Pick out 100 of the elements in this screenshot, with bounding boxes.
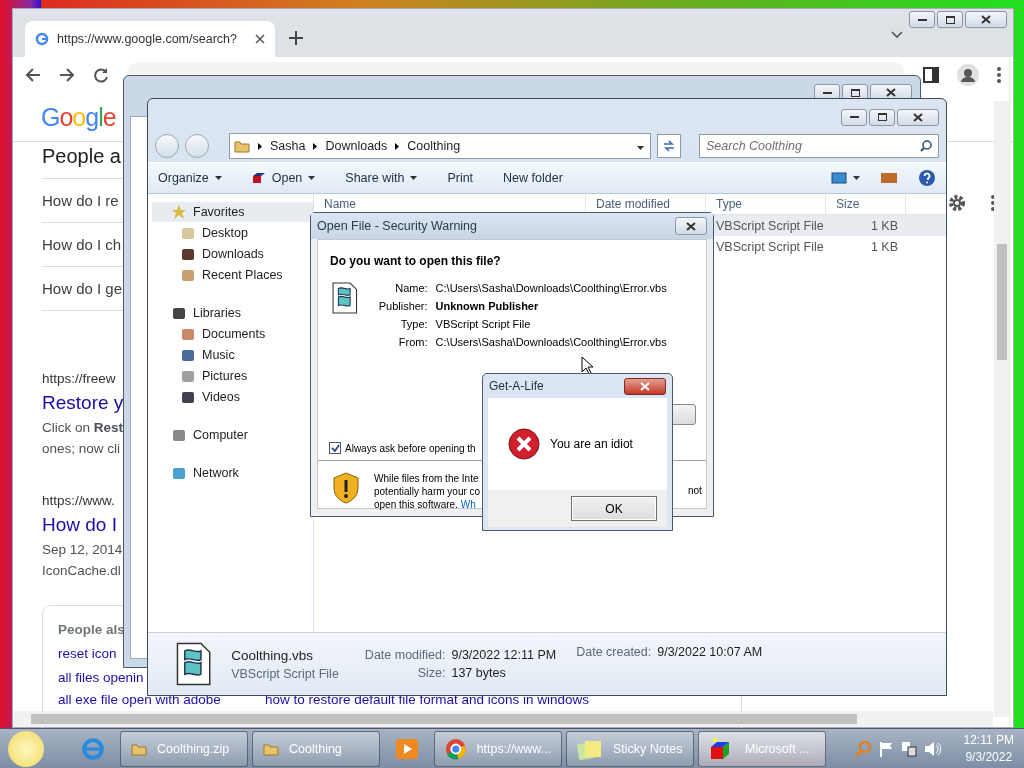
search-icon [920, 140, 932, 152]
breadcrumb-item[interactable]: Coolthing [407, 139, 461, 153]
toolbar-button[interactable]: Share with [345, 171, 418, 185]
field-value: 137 bytes [451, 666, 507, 680]
nav-item[interactable]: Network [152, 463, 313, 483]
toolbar-button[interactable]: Print [447, 171, 474, 185]
maximize-button[interactable] [937, 11, 963, 28]
nav-item[interactable]: Pictures [148, 365, 313, 386]
field-value: VBScript Script File [435, 318, 532, 330]
shield-icon [332, 472, 360, 504]
close-button[interactable] [675, 217, 707, 235]
scrollbar[interactable] [13, 711, 993, 727]
dialog-title: Get-A-Life [489, 379, 544, 393]
help-icon[interactable] [918, 169, 936, 187]
search-field[interactable]: Search Coolthing [699, 134, 939, 158]
close-icon[interactable] [255, 34, 265, 44]
maximize-icon [850, 88, 860, 97]
nav-item[interactable]: Recent Places [148, 264, 313, 285]
result-snippet: IconCache.dl [42, 562, 121, 580]
question-item[interactable]: How do I ch [42, 236, 122, 253]
section-heading: People a [42, 144, 121, 169]
start-button[interactable] [8, 730, 44, 767]
breadcrumb-item[interactable]: Downloads [325, 139, 388, 153]
field-value: 9/3/2022 10:07 AM [657, 645, 763, 659]
field-label: Publisher: [377, 300, 428, 312]
cursor-icon [581, 356, 593, 375]
error-icon [508, 428, 540, 460]
view-button[interactable] [831, 172, 860, 184]
dropdown-icon [637, 146, 644, 150]
settings-icon[interactable] [947, 193, 967, 213]
chevron-icon[interactable] [891, 31, 903, 39]
close-button[interactable] [897, 108, 939, 126]
field-label: From: [397, 336, 428, 348]
nav-item[interactable]: Videos [148, 386, 313, 407]
nav-item[interactable]: Documents [148, 323, 313, 344]
play-icon [395, 736, 419, 761]
close-icon [981, 15, 991, 24]
google-icon [35, 32, 49, 46]
maximize-button[interactable] [869, 108, 895, 126]
field-label: Date created: [576, 645, 652, 659]
kebab-icon[interactable] [997, 67, 1001, 83]
help-link[interactable]: Wh [460, 499, 476, 510]
close-button[interactable] [965, 11, 1007, 28]
result-title[interactable]: Restore y [42, 392, 124, 413]
question-item[interactable]: How do I ge [42, 280, 123, 297]
nav-item[interactable]: Music [148, 344, 313, 365]
column-header[interactable]: Size [826, 194, 906, 214]
chevron-icon [313, 142, 318, 150]
result-url: https://www. [42, 492, 115, 510]
close-button[interactable] [624, 377, 666, 395]
close-icon [913, 112, 923, 122]
close-icon [686, 221, 696, 231]
field-value: Unknown Publisher [435, 300, 540, 312]
preview-pane-icon[interactable] [880, 172, 898, 184]
flag-icon[interactable] [877, 740, 894, 757]
network-icon[interactable] [899, 740, 918, 757]
address-bar[interactable]: Sasha Downloads Coolthing [229, 133, 651, 159]
breadcrumb-item[interactable]: Sasha [270, 139, 306, 153]
caret-icon [410, 176, 418, 180]
toolbar-button[interactable]: New folder [503, 171, 563, 185]
google-logo[interactable]: Google [41, 102, 116, 132]
related-link[interactable]: all exe file open with adobe [58, 692, 221, 707]
refresh-button[interactable] [657, 134, 681, 158]
file-type: VBScript Script File [231, 666, 339, 681]
sidebar-icon[interactable] [923, 67, 939, 83]
check-icon [330, 444, 340, 452]
close-icon [886, 88, 896, 97]
result-title[interactable]: How do I [42, 514, 117, 535]
back-icon[interactable] [25, 67, 41, 83]
nav-item[interactable]: Computer [152, 425, 313, 445]
minimize-button[interactable] [909, 11, 935, 28]
related-link[interactable]: reset icon [58, 646, 117, 661]
reload-icon[interactable] [93, 67, 109, 83]
nav-item[interactable]: Downloads [148, 243, 313, 264]
toolbar-button[interactable]: Open [251, 171, 316, 185]
related-link[interactable]: all files openin [58, 670, 144, 685]
script-file-icon [332, 282, 358, 314]
speaker-icon[interactable] [923, 740, 942, 757]
caret-icon [214, 176, 222, 180]
field-value: C:\Users\Sasha\Downloads\Coolthing\Error.vbs [435, 336, 667, 348]
file-name: Coolthing.vbs [231, 647, 314, 663]
result-snippet: Click on Rest [42, 419, 124, 437]
nav-item[interactable]: Libraries [152, 303, 313, 323]
table-cell-text: VBScript Script File [715, 239, 825, 254]
table-cell-text: VBScript Script File [715, 218, 825, 233]
field-label: Type: [399, 318, 428, 330]
profile-icon[interactable] [957, 64, 979, 86]
forward-icon[interactable] [59, 67, 75, 83]
minimize-button[interactable] [841, 108, 867, 126]
zip-folder-icon [131, 741, 147, 756]
browser-tab[interactable]: https://www.google.com/search? [25, 21, 275, 57]
question-item[interactable]: How do I re [42, 192, 119, 209]
scrollbar[interactable] [994, 101, 1010, 717]
box-icon [251, 172, 266, 184]
checkbox[interactable] [329, 442, 341, 454]
nav-item[interactable]: Favorites [152, 202, 313, 222]
table-cell-text: 1 KB [869, 239, 899, 254]
toolbar-button[interactable]: Organize [158, 171, 222, 185]
ok-button[interactable]: OK [571, 496, 657, 521]
nav-item[interactable]: Desktop [148, 222, 313, 243]
